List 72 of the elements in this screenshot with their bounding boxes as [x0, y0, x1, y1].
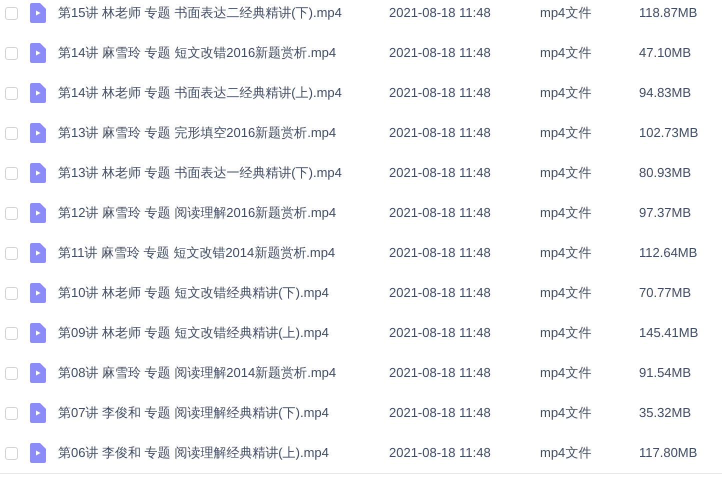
file-type: mp4文件 [540, 364, 592, 382]
video-file-icon [30, 283, 46, 303]
file-name[interactable]: 第08讲 麻雪玲 专题 阅读理解2014新题赏析.mp4 [58, 363, 389, 383]
file-name[interactable]: 第07讲 李俊和 专题 阅读理解经典精讲(下).mp4 [58, 403, 389, 423]
modified-date: 2021-08-18 11:48 [389, 44, 492, 62]
row-checkbox[interactable] [5, 446, 18, 460]
file-size: 118.87MB [639, 4, 698, 22]
row-checkbox[interactable] [5, 366, 18, 380]
modified-date: 2021-08-18 11:48 [389, 164, 492, 182]
file-name[interactable]: 第14讲 林老师 专题 书面表达二经典精讲(上).mp4 [58, 83, 389, 103]
file-type: mp4文件 [540, 204, 592, 222]
video-file-icon [30, 123, 46, 143]
modified-date: 2021-08-18 11:48 [389, 404, 492, 422]
file-name[interactable]: 第10讲 林老师 专题 短文改错经典精讲(下).mp4 [58, 283, 389, 303]
video-file-icon [30, 203, 46, 223]
file-size: 97.37MB [639, 204, 692, 222]
row-checkbox[interactable] [5, 46, 18, 60]
modified-date: 2021-08-18 11:48 [389, 284, 492, 302]
video-file-icon [30, 83, 46, 103]
file-size: 94.83MB [639, 84, 692, 102]
file-name[interactable]: 第11讲 麻雪玲 专题 短文改错2014新题赏析.mp4 [58, 243, 389, 263]
file-size: 117.80MB [639, 444, 698, 462]
row-checkbox[interactable] [5, 126, 18, 140]
file-size: 80.93MB [639, 164, 692, 182]
modified-date: 2021-08-18 11:48 [389, 4, 492, 22]
video-file-icon [30, 323, 46, 343]
file-type: mp4文件 [540, 164, 592, 182]
modified-date: 2021-08-18 11:48 [389, 244, 492, 262]
modified-date: 2021-08-18 11:48 [389, 444, 492, 462]
file-name[interactable]: 第14讲 麻雪玲 专题 短文改错2016新题赏析.mp4 [58, 43, 389, 63]
modified-date: 2021-08-18 11:48 [389, 124, 492, 142]
file-type: mp4文件 [540, 44, 592, 62]
file-type: mp4文件 [540, 284, 592, 302]
video-file-icon [30, 3, 46, 23]
file-name[interactable]: 第09讲 林老师 专题 短文改错经典精讲(上).mp4 [58, 323, 389, 343]
modified-date: 2021-08-18 11:48 [389, 204, 492, 222]
video-file-icon [30, 363, 46, 383]
video-file-icon [30, 43, 46, 63]
file-size: 112.64MB [639, 244, 698, 262]
file-name[interactable]: 第13讲 麻雪玲 专题 完形填空2016新题赏析.mp4 [58, 123, 389, 143]
file-type: mp4文件 [540, 4, 592, 22]
row-checkbox[interactable] [5, 166, 18, 180]
file-size: 102.73MB [639, 124, 698, 142]
modified-date: 2021-08-18 11:48 [389, 324, 492, 342]
file-type: mp4文件 [540, 244, 592, 262]
file-size: 35.32MB [639, 404, 692, 422]
video-file-icon [30, 243, 46, 263]
modified-date: 2021-08-18 11:48 [389, 84, 492, 102]
row-checkbox[interactable] [5, 326, 18, 340]
file-type: mp4文件 [540, 444, 592, 462]
row-checkbox[interactable] [5, 286, 18, 300]
file-size: 47.10MB [639, 44, 692, 62]
file-type: mp4文件 [540, 404, 592, 422]
file-size: 145.41MB [639, 324, 698, 342]
file-type: mp4文件 [540, 124, 592, 142]
video-file-icon [30, 163, 46, 183]
row-checkbox[interactable] [5, 206, 18, 220]
file-name[interactable]: 第13讲 林老师 专题 书面表达一经典精讲(下).mp4 [58, 163, 389, 183]
file-size: 91.54MB [639, 364, 692, 382]
row-checkbox[interactable] [5, 86, 18, 100]
file-type: mp4文件 [540, 324, 592, 342]
file-size: 70.77MB [639, 284, 692, 302]
row-checkbox[interactable] [5, 6, 18, 20]
row-checkbox[interactable] [5, 406, 18, 420]
modified-date: 2021-08-18 11:48 [389, 364, 492, 382]
file-name[interactable]: 第06讲 李俊和 专题 阅读理解经典精讲(上).mp4 [58, 443, 389, 463]
row-checkbox[interactable] [5, 246, 18, 260]
file-type: mp4文件 [540, 84, 592, 102]
file-name[interactable]: 第12讲 麻雪玲 专题 阅读理解2016新题赏析.mp4 [58, 203, 389, 223]
file-name[interactable]: 第15讲 林老师 专题 书面表达二经典精讲(下).mp4 [58, 3, 389, 23]
video-file-icon [30, 443, 46, 463]
video-file-icon [30, 403, 46, 423]
